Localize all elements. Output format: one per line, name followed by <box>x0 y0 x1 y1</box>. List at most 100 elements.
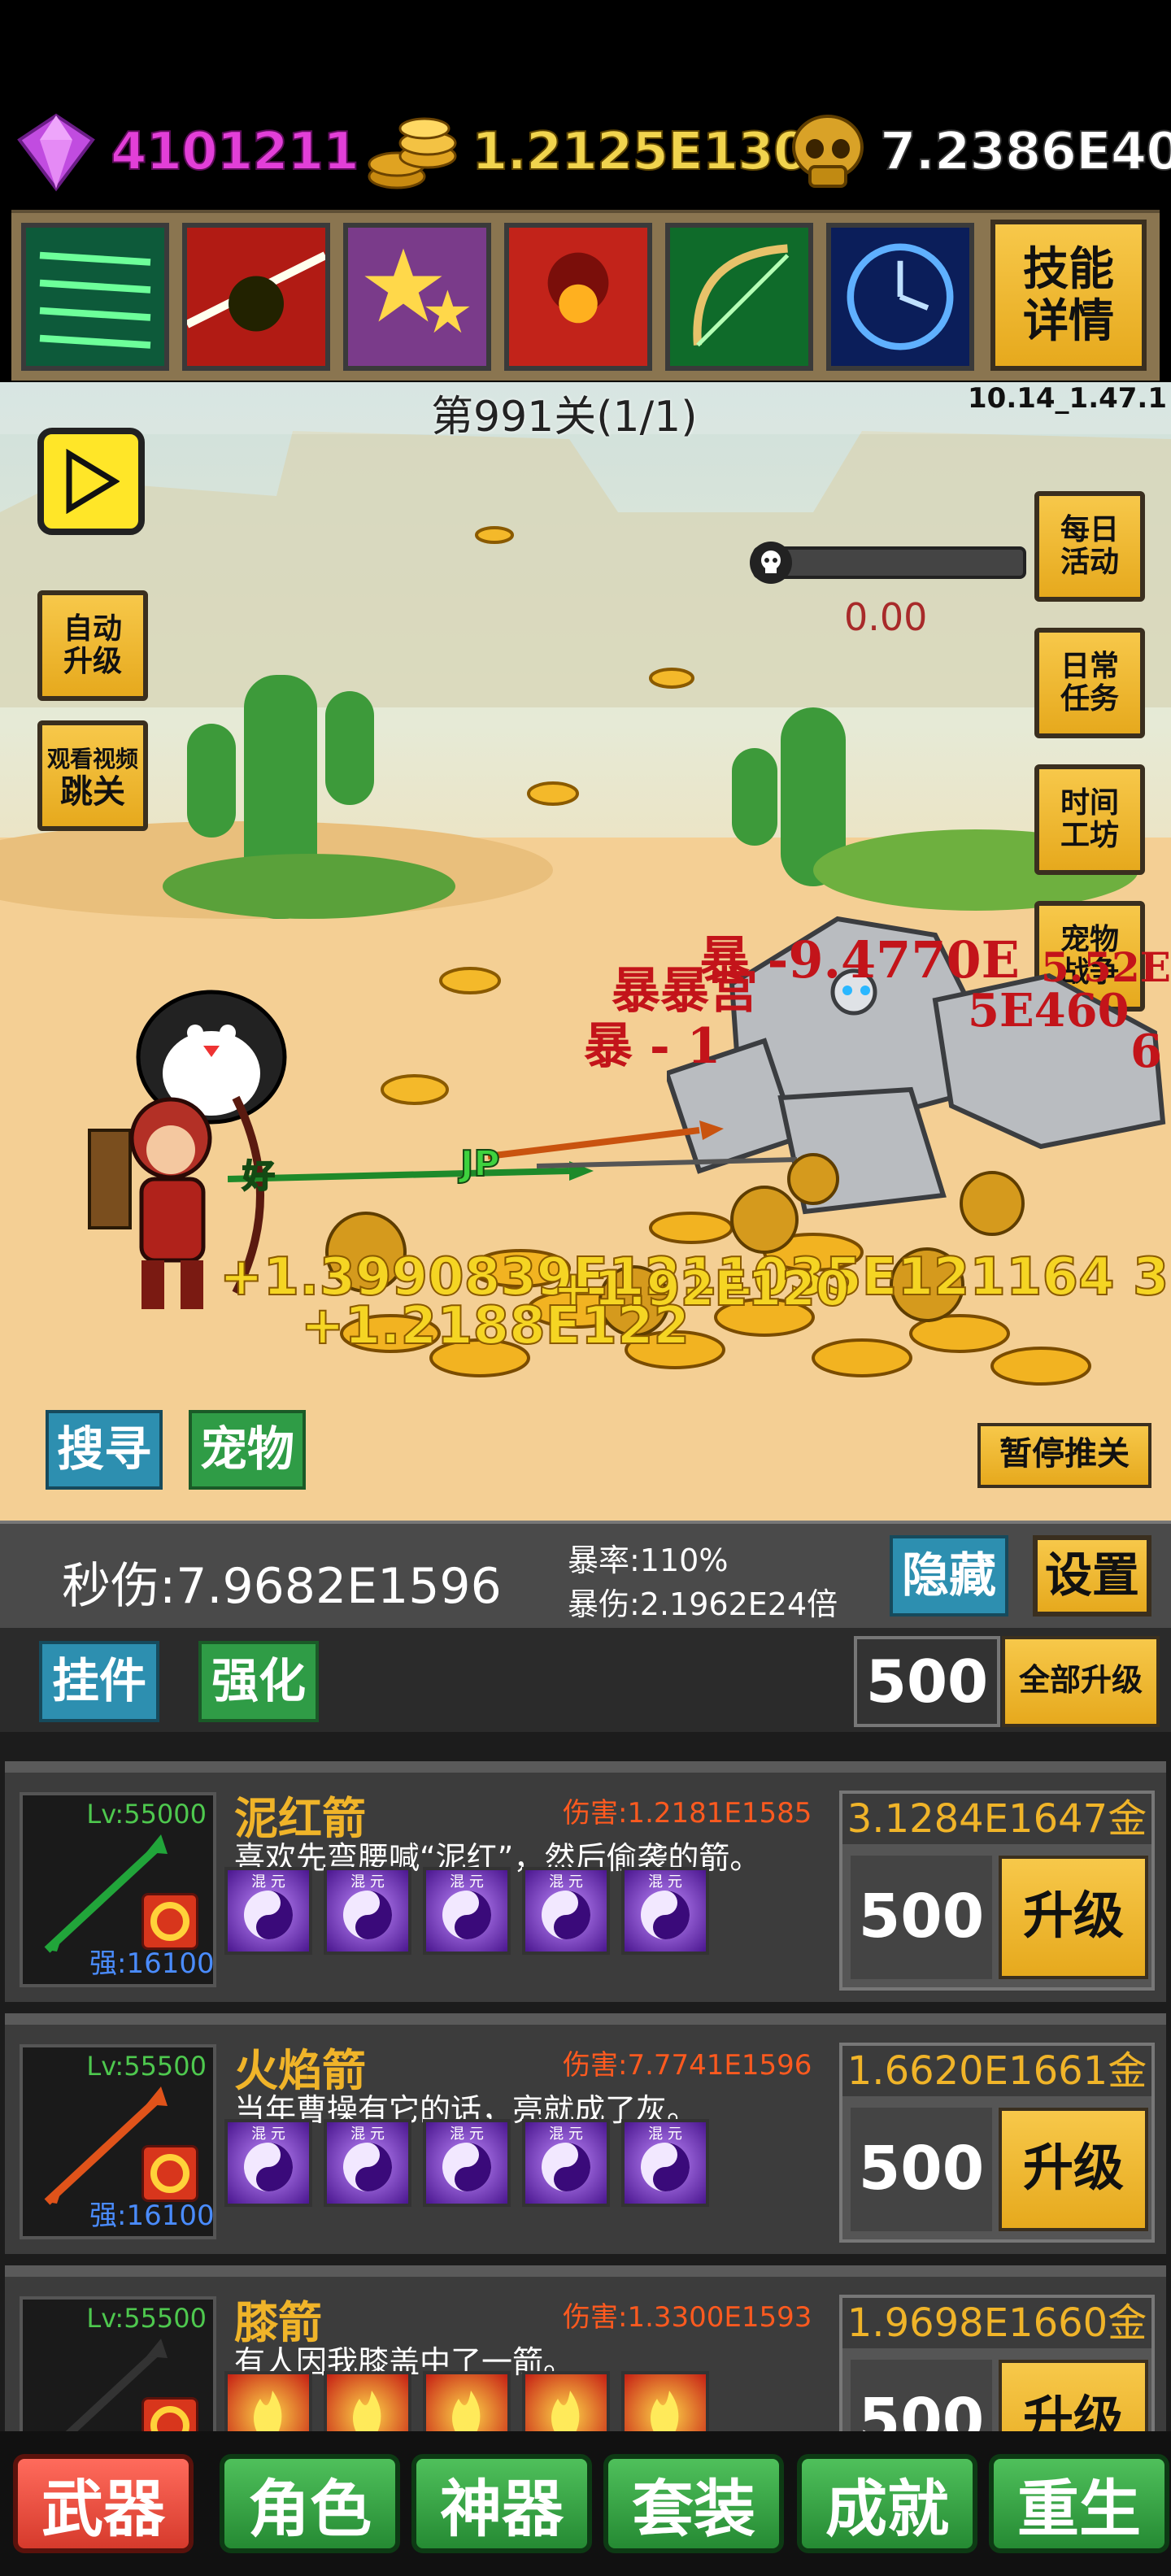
fire-rune-icon <box>551 2391 580 2431</box>
pet-button[interactable]: 宠物 <box>189 1410 306 1490</box>
rune-slot[interactable] <box>423 2371 511 2431</box>
rune-label: 混 元 <box>450 2126 484 2143</box>
damage-text-red-6: 6 <box>1130 1025 1162 1078</box>
fire-rune-icon <box>651 2391 679 2431</box>
nav-weapons[interactable]: 武器 <box>13 2454 194 2553</box>
damage-text-red-4: 5E460 <box>968 984 1130 1038</box>
rune-slot[interactable]: 混 元 <box>423 2119 511 2207</box>
upgrade-quantity[interactable]: 500 <box>851 2360 992 2431</box>
weapon-thumbnail[interactable]: Lv:55500 强:16100 <box>20 2296 216 2431</box>
upgrade-button[interactable]: 升级 <box>999 2360 1148 2431</box>
arrow-rain-icon <box>26 228 164 366</box>
fire-rune-icon <box>452 2391 481 2431</box>
tab-hang[interactable]: 挂件 <box>39 1641 159 1722</box>
skill-slash[interactable] <box>182 223 330 371</box>
rune-label: 混 元 <box>648 2126 682 2143</box>
rune-slot[interactable]: 混 元 <box>621 2119 709 2207</box>
bow-icon <box>670 228 808 366</box>
search-button[interactable]: 搜寻 <box>46 1410 163 1490</box>
weapon-level: Lv:55500 <box>86 2303 207 2334</box>
enhance-ring-icon <box>141 2397 198 2431</box>
rune-slot[interactable]: 混 元 <box>621 1867 709 1955</box>
upgrade-button[interactable]: 升级 <box>999 2108 1148 2231</box>
upgrade-quantity[interactable]: 500 <box>851 2108 992 2231</box>
gold-value: 1.2125E130 <box>471 121 810 183</box>
clock-icon <box>831 228 969 366</box>
nav-artifacts[interactable]: 神器 <box>411 2454 592 2553</box>
equipment-tab-row: 挂件 强化 500 全部升级 <box>0 1628 1171 1732</box>
weapon-strength: 强:16100 <box>89 2200 215 2232</box>
rune-label: 混 元 <box>251 1873 285 1891</box>
rune-slot[interactable] <box>324 2371 411 2431</box>
gem-value: 4101211 <box>110 121 360 183</box>
weapon-item: Lv:55500 强:16100 火焰箭 伤害:7.7741E1596 当年曹操… <box>5 2013 1166 2254</box>
skull-value: 7.2386E40 <box>879 121 1171 183</box>
gold-coins-icon <box>368 117 457 189</box>
pause-advance-button[interactable]: 暂停推关 <box>977 1423 1151 1488</box>
upgrade-button[interactable]: 升级 <box>999 1856 1148 1979</box>
rune-label: 混 元 <box>450 1873 484 1891</box>
tab-enhance[interactable]: 强化 <box>198 1641 319 1722</box>
batch-count[interactable]: 500 <box>854 1636 1000 1727</box>
upgrade-quantity[interactable]: 500 <box>851 1856 992 1979</box>
skull-counter: 7.2386E40 <box>786 107 1171 197</box>
rune-label: 混 元 <box>251 2126 285 2143</box>
hide-button[interactable]: 隐藏 <box>890 1535 1008 1617</box>
damage-text-red-3: 暴 - 1 <box>584 1018 721 1075</box>
skill-arrow-rain[interactable] <box>21 223 169 371</box>
weapon-damage: 伤害:1.2181E1585 <box>563 1797 812 1830</box>
rune-slot[interactable]: 混 元 <box>522 2119 610 2207</box>
fire-rune-icon <box>254 2391 282 2431</box>
stars-icon <box>348 228 486 366</box>
weapon-thumbnail[interactable]: Lv:55500 强:16100 <box>20 2044 216 2239</box>
skill-bar: 技能 详情 <box>11 210 1160 381</box>
skill-stars[interactable] <box>343 223 491 371</box>
rune-label: 混 元 <box>549 1873 583 1891</box>
weapon-level: Lv:55500 <box>86 2051 207 2082</box>
rune-slot[interactable] <box>621 2371 709 2431</box>
weapon-level: Lv:55000 <box>86 1799 207 1830</box>
rune-slot[interactable]: 混 元 <box>224 1867 312 1955</box>
upgrade-all-button[interactable]: 全部升级 <box>1002 1636 1160 1727</box>
burn-body-icon <box>509 228 647 366</box>
gem-icon <box>17 113 95 192</box>
upgrade-price: 1.9698E1660金 <box>842 2298 1151 2348</box>
skill-burn[interactable] <box>504 223 652 371</box>
weapon-damage: 伤害:7.7741E1596 <box>563 2049 812 2082</box>
fire-rune-icon <box>353 2391 381 2431</box>
skill-clock[interactable] <box>826 223 974 371</box>
upgrade-panel: 1.6620E1661金 500 升级 <box>839 2043 1155 2243</box>
rune-slot[interactable]: 混 元 <box>423 1867 511 1955</box>
nav-achievements[interactable]: 成就 <box>797 2454 977 2553</box>
gold-gain-text-3: +1.92E120 <box>552 1260 851 1318</box>
rune-slot[interactable]: 混 元 <box>324 2119 411 2207</box>
upgrade-price: 1.6620E1661金 <box>842 2046 1151 2096</box>
rune-slot[interactable] <box>522 2371 610 2431</box>
crit-damage-label: 暴伤:2.1962E24倍 <box>568 1586 838 1622</box>
battle-scene: 第991关(1/1) 10.14_1.47.1 自动 升级 观看视频 跳关 每日… <box>0 382 1171 1521</box>
gem-counter: 4101211 <box>11 107 360 197</box>
rune-slot[interactable] <box>224 2371 312 2431</box>
weapon-list: Lv:55000 强:16100 泥红箭 伤害:1.2181E1585 喜欢先弯… <box>0 1732 1171 2431</box>
bottom-navigation: 武器 角色 神器 套装 成就 重生 <box>0 2431 1171 2576</box>
rune-label: 混 元 <box>350 1873 385 1891</box>
nav-sets[interactable]: 套装 <box>603 2454 784 2553</box>
upgrade-panel: 3.1284E1647金 500 升级 <box>839 1791 1155 1991</box>
rune-label: 混 元 <box>350 2126 385 2143</box>
rune-slot[interactable]: 混 元 <box>522 1867 610 1955</box>
settings-button[interactable]: 设置 <box>1033 1535 1151 1617</box>
rune-slot[interactable]: 混 元 <box>324 1867 411 1955</box>
weapon-label-hao: 好 <box>242 1157 276 1196</box>
crit-rate-label: 暴率:110% <box>568 1543 729 1578</box>
skill-details-button[interactable]: 技能 详情 <box>990 220 1147 371</box>
skill-bow[interactable] <box>665 223 813 371</box>
weapon-item: Lv:55000 强:16100 泥红箭 伤害:1.2181E1585 喜欢先弯… <box>5 1761 1166 2002</box>
rune-label: 混 元 <box>648 1873 682 1891</box>
nav-character[interactable]: 角色 <box>220 2454 400 2553</box>
weapon-thumbnail[interactable]: Lv:55000 强:16100 <box>20 1792 216 1987</box>
upgrade-price: 3.1284E1647金 <box>842 1794 1151 1844</box>
rune-label: 混 元 <box>549 2126 583 2143</box>
nav-rebirth[interactable]: 重生 <box>989 2454 1169 2553</box>
stats-bar: 秒伤:7.9682E1596 暴率:110% 暴伤:2.1962E24倍 隐藏 … <box>0 1521 1171 1628</box>
rune-slot[interactable]: 混 元 <box>224 2119 312 2207</box>
